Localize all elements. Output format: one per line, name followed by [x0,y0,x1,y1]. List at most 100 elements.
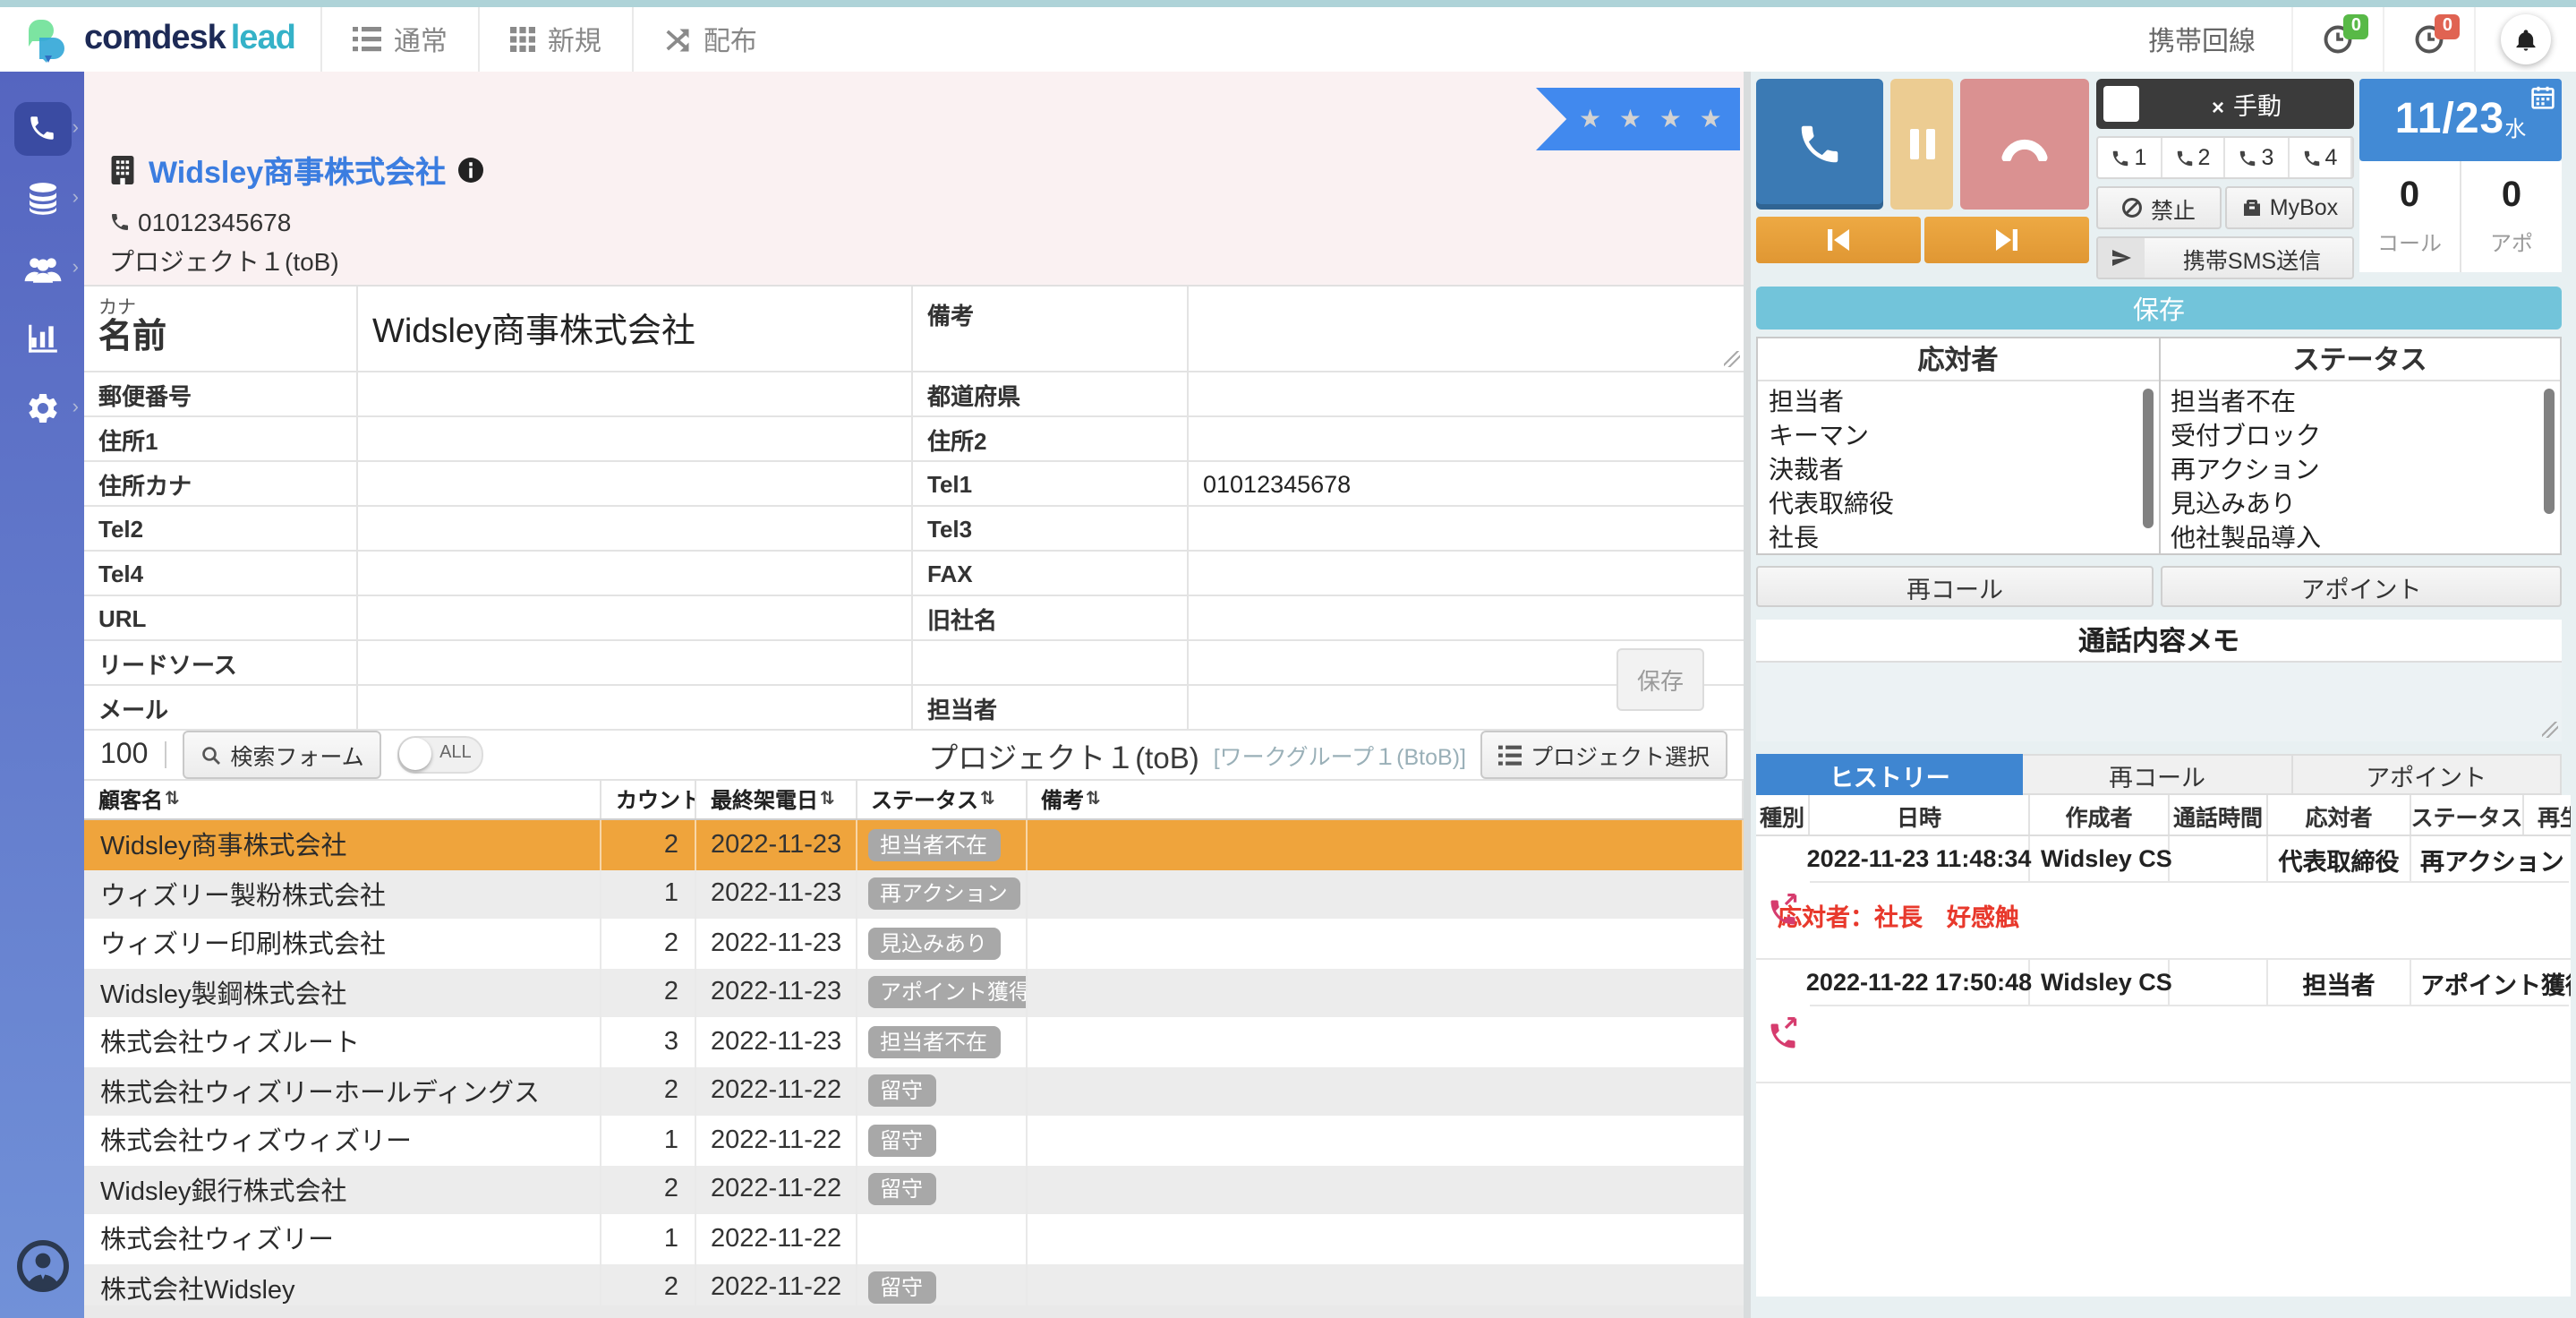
timer-green-button[interactable]: 0 [2291,7,2383,72]
field-input[interactable] [358,507,913,552]
search-form-button[interactable]: 検索フォーム [182,731,381,779]
name-input[interactable]: Widsley商事株式会社 [358,287,913,372]
form-save-button[interactable]: 保存 [1616,648,1704,711]
field-input[interactable] [1189,507,1744,552]
rating-stars: ★ ★ ★ ★ ★ [1579,104,1744,134]
responder-option[interactable]: 代表取締役 [1758,487,2158,521]
customer-table-row[interactable]: ウィズリー印刷株式会社 2 2022-11-23 見込みあり [84,919,1744,968]
user-avatar-button[interactable] [15,1239,69,1293]
line-button[interactable]: 2 [2162,138,2225,177]
nav-item-normal[interactable]: 通常 [320,7,478,72]
rating-ribbon[interactable]: ★ ★ ★ ★ ★ [1536,88,1740,150]
grid-icon [510,27,535,52]
column-header[interactable]: 顧客名⇅ [84,781,601,818]
resize-handle[interactable] [2542,722,2558,738]
call-memo-title: 通話内容メモ [1756,620,2562,661]
sidebar-item-customers[interactable] [0,233,84,303]
tab[interactable]: ヒストリー [1756,754,2024,795]
hangup-button[interactable] [1960,79,2089,210]
status-option[interactable]: 他社製品導入 [2160,521,2560,553]
field-input[interactable] [358,552,913,596]
field-input[interactable] [358,417,913,462]
customer-table-row[interactable]: 株式会社ウィズリー 1 2022-11-22 [84,1214,1744,1263]
field-input[interactable] [358,686,913,731]
nav-item-new[interactable]: 新規 [478,7,632,72]
responder-listbox: 応対者 担当者キーマン決裁者代表取締役社長 [1758,338,2158,553]
info-icon[interactable] [458,157,483,182]
responder-option[interactable]: 担当者 [1758,385,2158,419]
manual-mode-toggle[interactable]: ×手動 [2096,79,2354,129]
scrollbar-thumb[interactable] [2142,389,2153,528]
line-button[interactable]: 3 [2225,138,2289,177]
customer-table-row[interactable]: 株式会社ウィズルート 3 2022-11-23 担当者不在 [84,1017,1744,1066]
status-option[interactable]: 再アクション [2160,453,2560,487]
customer-table-row[interactable]: Widsley銀行株式会社 2 2022-11-22 留守 [84,1165,1744,1214]
column-label: ステータス [871,784,978,815]
field-input[interactable] [358,462,913,507]
field-input[interactable] [1189,417,1744,462]
shuffle-arrows-icon [664,26,691,53]
field-input[interactable] [1189,596,1744,641]
column-label: 通話時間 [2173,798,2263,832]
timer-red-button[interactable]: 0 [2383,7,2474,72]
responder-option[interactable]: 社長 [1758,521,2158,553]
column-header[interactable]: 備考⇅ [1027,781,1744,818]
call-panel: ×手動 1 2 3 4 禁止 My [1751,72,2576,1318]
horizontal-scrollbar-track[interactable] [84,1305,1744,1318]
customer-table-row[interactable]: ウィズリー製粉株式会社 1 2022-11-23 再アクション [84,869,1744,919]
sidebar-item-call[interactable] [0,93,84,163]
customer-table-row[interactable]: Widsley製鋼株式会社 2 2022-11-23 アポイント獲得 [84,968,1744,1017]
app-logo[interactable]: comdesklead [0,7,320,72]
responder-option[interactable]: キーマン [1758,419,2158,453]
customer-table-row[interactable]: Widsley商事株式会社 2 2022-11-23 担当者不在 [84,820,1744,869]
mybox-button[interactable]: MyBox [2225,186,2354,229]
option-label: 再アクション [2171,452,2320,488]
customer-table-row[interactable]: 株式会社ウィズリーホールディングス 2 2022-11-22 留守 [84,1066,1744,1116]
column-header[interactable]: ステータス⇅ [857,781,1027,818]
phone-icon [2239,148,2258,167]
responder-option[interactable]: 決裁者 [1758,453,2158,487]
column-header[interactable]: カウント⇅ [601,781,696,818]
sidebar-item-settings[interactable] [0,372,84,442]
counter-label: コール [2377,227,2442,258]
status-option[interactable]: 受付ブロック [2160,419,2560,453]
field-input[interactable] [1189,552,1744,596]
field-label: FAX [913,552,1189,596]
tab[interactable]: 再コール [2024,754,2293,795]
ban-button[interactable]: 禁止 [2096,186,2222,229]
recall-button[interactable]: 再コール [1756,566,2154,607]
field-input[interactable] [358,641,913,686]
nav-item-distribute[interactable]: 配布 [632,7,788,72]
status-option[interactable]: 見込みあり [2160,487,2560,521]
history-row[interactable]: 2022-11-23 11:48:34 Widsley CS 代表取締役 再アク… [1756,836,2571,960]
line-button[interactable]: 4 [2289,138,2352,177]
sidebar-item-reports[interactable] [0,303,84,372]
field-input[interactable] [358,372,913,417]
date-display[interactable]: 11/23 水 [2359,79,2562,161]
scrollbar-thumb[interactable] [2544,389,2555,514]
panel-save-button[interactable]: 保存 [1756,287,2562,330]
call-memo-textarea[interactable] [1756,661,2562,741]
project-select-button[interactable]: プロジェクト選択 [1480,731,1727,779]
sms-send-button[interactable]: 携帯SMS送信 [2096,236,2354,279]
pause-button[interactable] [1890,79,1953,210]
history-row[interactable]: 2022-11-22 17:50:48 Widsley CS 担当者 アポイント… [1756,960,2571,1083]
column-header[interactable]: 最終架電日⇅ [696,781,857,818]
status-option[interactable]: 担当者不在 [2160,385,2560,419]
sidebar-item-database[interactable] [0,163,84,233]
notifications-button[interactable] [2474,7,2576,72]
previous-record-button[interactable] [1756,217,1921,263]
customer-table-row[interactable]: 株式会社ウィズウィズリー 1 2022-11-22 留守 [84,1116,1744,1165]
field-input[interactable] [358,596,913,641]
customer-name-link[interactable]: Widsley商事株式会社 [149,147,446,192]
appointment-button[interactable]: アポイント [2161,566,2562,607]
field-input[interactable] [1189,372,1744,417]
memo-input[interactable] [1189,287,1744,372]
field-input[interactable]: 01012345678 [1189,462,1744,507]
line-button[interactable]: 1 [2098,138,2162,177]
resize-handle[interactable] [1724,351,1740,367]
tab[interactable]: アポイント [2292,754,2562,795]
next-record-button[interactable] [1924,217,2089,263]
all-toggle[interactable]: ALL [398,736,484,774]
dial-button[interactable] [1756,79,1883,210]
